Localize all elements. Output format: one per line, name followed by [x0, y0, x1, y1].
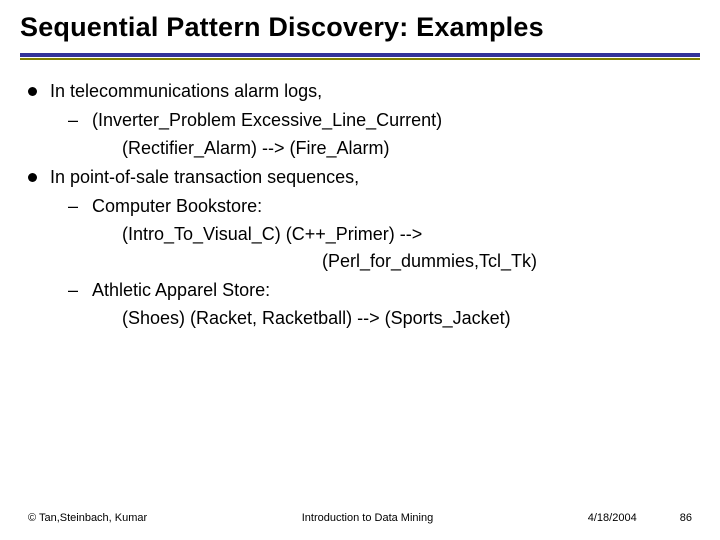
- sub-bullet-text: Computer Bookstore:: [92, 196, 262, 216]
- footer-page-number: 86: [680, 512, 692, 524]
- title-rule-secondary: [20, 58, 700, 60]
- footer-title: Introduction to Data Mining: [147, 512, 588, 524]
- slide-body: In telecommunications alarm logs, (Inver…: [20, 78, 700, 332]
- bullet-item: In telecommunications alarm logs, (Inver…: [28, 78, 700, 162]
- detail-line: (Shoes) (Racket, Racketball) --> (Sports…: [92, 305, 700, 332]
- slide: Sequential Pattern Discovery: Examples I…: [0, 0, 720, 540]
- sub-bullet-text: Athletic Apparel Store:: [92, 280, 270, 300]
- title-rule-primary: [20, 53, 700, 57]
- slide-title: Sequential Pattern Discovery: Examples: [20, 12, 700, 43]
- detail-line: (Perl_for_dummies,Tcl_Tk): [92, 248, 700, 275]
- sub-bullet-item: Computer Bookstore: (Intro_To_Visual_C) …: [68, 193, 700, 275]
- footer-authors: © Tan,Steinbach, Kumar: [28, 512, 147, 524]
- bullet-item: In point-of-sale transaction sequences, …: [28, 164, 700, 332]
- sub-bullet-item: Athletic Apparel Store: (Shoes) (Racket,…: [68, 277, 700, 332]
- bullet-text: In point-of-sale transaction sequences,: [50, 167, 359, 187]
- detail-line: (Intro_To_Visual_C) (C++_Primer) -->: [92, 221, 700, 248]
- sub-bullet-text: (Inverter_Problem Excessive_Line_Current…: [92, 110, 442, 130]
- slide-footer: © Tan,Steinbach, Kumar Introduction to D…: [28, 512, 692, 524]
- sub-bullet-item: (Inverter_Problem Excessive_Line_Current…: [68, 107, 700, 162]
- footer-right: 4/18/2004 86: [588, 512, 692, 524]
- detail-line: (Rectifier_Alarm) --> (Fire_Alarm): [92, 135, 700, 162]
- footer-date: 4/18/2004: [588, 512, 637, 524]
- bullet-text: In telecommunications alarm logs,: [50, 81, 322, 101]
